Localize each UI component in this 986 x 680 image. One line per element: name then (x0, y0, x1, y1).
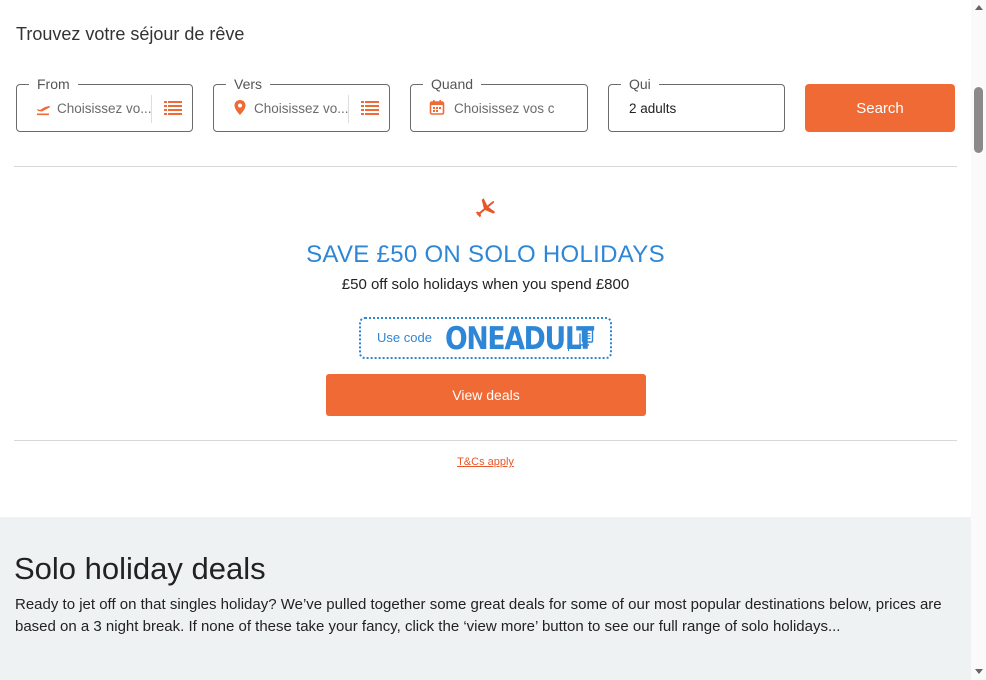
to-legend: Vers (226, 75, 271, 93)
scrollbar[interactable] (971, 0, 986, 680)
divider (14, 166, 957, 167)
to-input[interactable]: Choisissez vo... (254, 101, 350, 116)
scrollbar-thumb[interactable] (974, 87, 983, 153)
list-icon[interactable] (361, 100, 379, 116)
when-legend: Quand (423, 75, 482, 93)
when-input[interactable]: Choisissez vos c (454, 101, 554, 116)
from-field[interactable]: From Choisissez vo... (16, 75, 193, 132)
divider (14, 440, 957, 441)
scroll-up-arrow-icon[interactable] (975, 5, 983, 10)
field-divider (151, 95, 152, 123)
plane-icon (475, 198, 496, 218)
promo-headline: SAVE £50 ON SOLO HOLIDAYS (306, 241, 665, 268)
from-input[interactable]: Choisissez vo... (57, 101, 153, 116)
copy-icon[interactable] (578, 329, 594, 347)
plane-takeoff-icon (37, 106, 50, 116)
to-field[interactable]: Vers Choisissez vo... (213, 75, 390, 132)
terms-link[interactable]: T&Cs apply (0, 456, 971, 468)
location-pin-icon (234, 100, 246, 115)
scroll-down-arrow-icon[interactable] (975, 669, 983, 674)
page: Trouvez votre séjour de rêve From Choisi… (0, 0, 971, 680)
deals-title: Solo holiday deals (14, 551, 266, 586)
code-divider (568, 327, 569, 351)
who-legend: Qui (621, 75, 659, 93)
search-title: Trouvez votre séjour de rêve (16, 24, 245, 44)
deals-description: Ready to jet off on that singles holiday… (15, 596, 942, 635)
from-legend: From (29, 75, 78, 93)
promo-code: ONEADULT (445, 321, 594, 357)
who-field[interactable]: Qui 2 adults (608, 75, 785, 132)
promo-code-box[interactable]: Use code ONEADULT (359, 317, 612, 359)
search-button[interactable]: Search (805, 84, 955, 132)
code-label: Use code (377, 330, 432, 345)
calendar-icon (429, 100, 445, 115)
promo-subtext: £50 off solo holidays when you spend £80… (341, 276, 630, 293)
view-deals-button[interactable]: View deals (326, 374, 646, 416)
list-icon[interactable] (164, 100, 182, 116)
field-divider (348, 95, 349, 123)
deals-section: Solo holiday deals Ready to jet off on t… (0, 517, 971, 680)
when-field[interactable]: Quand Choisissez vos c (410, 75, 588, 132)
who-input[interactable]: 2 adults (629, 101, 676, 116)
